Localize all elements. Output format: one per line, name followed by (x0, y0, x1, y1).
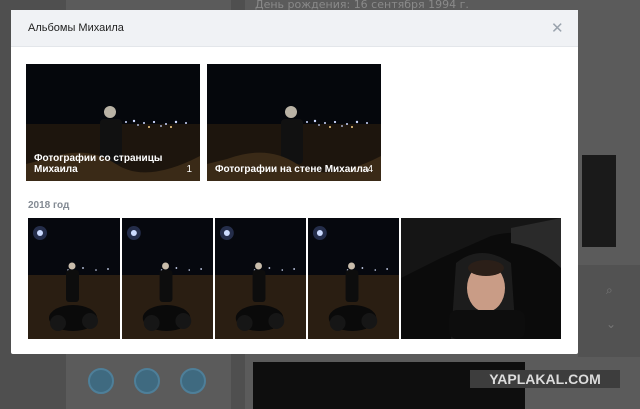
photo-thumbnail[interactable] (215, 218, 306, 339)
modal-title: Альбомы Михаила (28, 22, 124, 34)
watermark: YAPLAKAL.COM (470, 370, 620, 388)
night-motorcycle-image (122, 218, 213, 339)
album-card-profile-photos[interactable]: Фотографии со страницы Михаила 1 (26, 64, 200, 181)
photo-thumbnail[interactable] (308, 218, 399, 339)
gift-icon (134, 368, 160, 394)
search-icon: ⌕ (606, 283, 613, 297)
year-section-label: 2018 год (28, 200, 70, 211)
gift-icon (88, 368, 114, 394)
background-thumbnail (582, 155, 616, 247)
close-icon[interactable]: ✕ (551, 21, 564, 36)
photo-thumbnail[interactable] (401, 218, 561, 339)
album-photo-count: 4 (367, 164, 373, 175)
photo-thumbnail[interactable] (28, 218, 120, 339)
gift-icon (180, 368, 206, 394)
photo-thumbnail[interactable] (122, 218, 213, 339)
night-motorcycle-image (28, 218, 120, 339)
albums-modal: Альбомы Михаила ✕ Фотографии со страницы… (11, 10, 578, 354)
album-card-wall-photos[interactable]: Фотографии на стене Михаила 4 (207, 64, 381, 181)
selfie-in-car-image (401, 218, 561, 339)
background-widget: ⌕ ⌄ (578, 265, 640, 357)
album-photo-count: 1 (186, 164, 192, 175)
album-title: Фотографии со страницы Михаила (34, 153, 163, 175)
night-motorcycle-image (308, 218, 399, 339)
album-title: Фотографии на стене Михаила (215, 164, 369, 175)
chevron-down-icon: ⌄ (606, 317, 617, 331)
modal-header: Альбомы Михаила ✕ (11, 10, 578, 47)
night-motorcycle-image (215, 218, 306, 339)
